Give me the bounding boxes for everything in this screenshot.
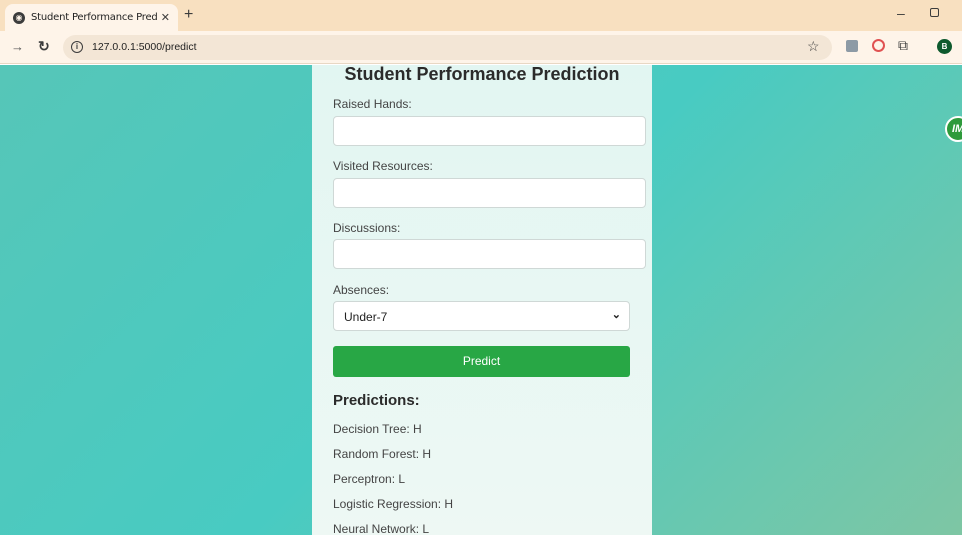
absences-label: Absences: (333, 283, 390, 297)
reload-icon[interactable]: ↻ (38, 38, 50, 55)
absences-select[interactable]: Under-7 ⌄ (333, 301, 630, 331)
restore-window-icon[interactable] (930, 8, 939, 17)
prediction-form-card: Student Performance Prediction Raised Ha… (312, 65, 652, 535)
close-tab-icon[interactable]: ✕ (161, 11, 170, 24)
bookmark-star-icon[interactable]: ☆ (807, 38, 820, 55)
discussions-label: Discussions: (333, 221, 401, 235)
visited-resources-input[interactable] (333, 178, 646, 208)
site-info-icon[interactable]: i (71, 41, 83, 53)
prediction-item: Neural Network: L (333, 522, 430, 535)
extensions-puzzle-icon[interactable]: ⧉ (898, 37, 908, 54)
prediction-item: Logistic Regression: H (333, 497, 454, 511)
page-title: Student Performance Prediction (344, 65, 620, 84)
absences-selected-value: Under-7 (344, 310, 388, 324)
chevron-down-icon: ⌄ (611, 309, 621, 321)
predict-button[interactable]: Predict (333, 346, 630, 377)
address-bar[interactable]: i 127.0.0.1:5000/predict ☆ (63, 35, 832, 60)
url-text: 127.0.0.1:5000/predict (92, 41, 197, 53)
tab-active[interactable]: ◉ Student Performance Prediction ✕ (5, 4, 178, 31)
floating-extension-badge[interactable]: IM (945, 116, 962, 142)
browser-toolbar: → ↻ i 127.0.0.1:5000/predict ☆ ⧉ B (0, 31, 962, 64)
visited-resources-label: Visited Resources: (333, 159, 433, 173)
prediction-item: Perceptron: L (333, 472, 406, 486)
forward-icon[interactable]: → (11, 39, 24, 54)
globe-icon: ◉ (13, 11, 25, 24)
new-tab-icon[interactable]: + (184, 6, 193, 24)
discussions-input[interactable] (333, 239, 646, 269)
prediction-item: Random Forest: H (333, 447, 432, 461)
raised-hands-label: Raised Hands: (333, 97, 412, 111)
extension-icon[interactable] (846, 40, 858, 52)
minimize-icon[interactable]: – (897, 5, 905, 21)
predictions-heading: Predictions: (333, 392, 420, 409)
tab-strip: ◉ Student Performance Prediction ✕ + – (0, 0, 962, 31)
profile-avatar[interactable]: B (937, 39, 952, 54)
page-viewport: IM Student Performance Prediction Raised… (0, 65, 962, 535)
raised-hands-input[interactable] (333, 116, 646, 146)
extension-shield-icon[interactable] (872, 39, 885, 52)
tab-title: Student Performance Prediction (31, 12, 157, 23)
prediction-item: Decision Tree: H (333, 422, 422, 436)
